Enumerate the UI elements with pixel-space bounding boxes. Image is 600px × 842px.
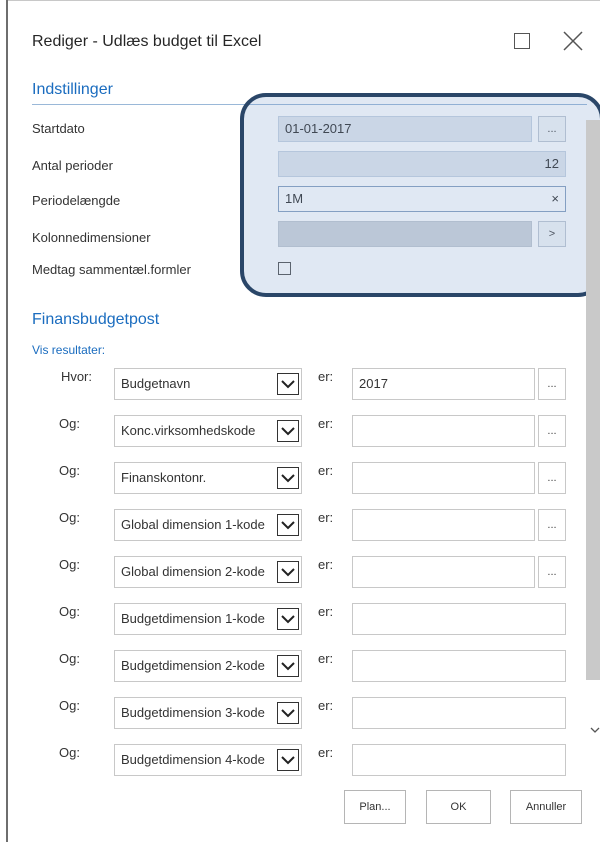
- filter-field-value: Budgetdimension 3-kode: [121, 705, 265, 720]
- er-label: er:: [318, 604, 334, 619]
- close-button[interactable]: [560, 28, 586, 54]
- filter-lookup-button[interactable]: ...: [538, 556, 566, 588]
- startdato-value: 01-01-2017: [285, 121, 352, 136]
- scroll-thumb[interactable]: [586, 120, 600, 680]
- chevron-down-icon[interactable]: [277, 373, 299, 395]
- er-label: er:: [318, 510, 334, 525]
- er-label: er:: [318, 651, 334, 666]
- filter-field-value: Konc.virksomhedskode: [121, 423, 256, 438]
- kolonnedimensioner-button[interactable]: >: [538, 221, 566, 247]
- filter-value-input[interactable]: [352, 462, 535, 494]
- startdato-lookup-button[interactable]: ...: [538, 116, 566, 142]
- periodelaengde-field[interactable]: 1M ×: [278, 186, 566, 212]
- window-left-edge: [6, 0, 8, 842]
- filter-lookup-button[interactable]: ...: [538, 462, 566, 494]
- vis-resultater-link[interactable]: Vis resultater:: [32, 343, 105, 357]
- filter-value-input[interactable]: [352, 415, 535, 447]
- startdato-field[interactable]: 01-01-2017: [278, 116, 532, 142]
- window-top-border: [8, 0, 600, 1]
- filter-field-select[interactable]: Konc.virksomhedskode: [114, 415, 302, 447]
- section-divider: [32, 104, 587, 105]
- filter-field-select[interactable]: Finanskontonr.: [114, 462, 302, 494]
- filter-value-input[interactable]: [352, 509, 535, 541]
- filter-field-select[interactable]: Budgetdimension 1-kode: [114, 603, 302, 635]
- antal-perioder-value: 12: [544, 156, 559, 171]
- filter-field-value: Budgetnavn: [121, 376, 191, 391]
- plan-button[interactable]: Plan...: [344, 790, 406, 824]
- filter-lookup-button[interactable]: ...: [538, 415, 566, 447]
- clear-icon[interactable]: ×: [551, 187, 559, 211]
- er-label: er:: [318, 557, 334, 572]
- filter-field-value: Global dimension 2-kode: [121, 564, 265, 579]
- filter-field-value: Budgetdimension 2-kode: [121, 658, 265, 673]
- filter-row-prefix: Hvor:: [60, 369, 92, 384]
- er-label: er:: [318, 416, 334, 431]
- chevron-down-icon[interactable]: [277, 561, 299, 583]
- ok-button[interactable]: OK: [426, 790, 491, 824]
- chevron-down-icon[interactable]: [277, 655, 299, 677]
- filter-row-prefix: Og:: [59, 698, 80, 713]
- section-heading-finansbudgetpost: Finansbudgetpost: [32, 311, 160, 328]
- filter-field-value: Global dimension 1-kode: [121, 517, 265, 532]
- filter-field-select[interactable]: Budgetdimension 3-kode: [114, 697, 302, 729]
- medtag-checkbox[interactable]: [278, 262, 291, 275]
- filter-field-value: Budgetdimension 4-kode: [121, 752, 265, 767]
- chevron-down-icon[interactable]: [277, 608, 299, 630]
- filter-field-select[interactable]: Global dimension 2-kode: [114, 556, 302, 588]
- filter-row-prefix: Og:: [59, 463, 80, 478]
- filter-lookup-button[interactable]: ...: [538, 368, 566, 400]
- periodelaengde-label: Periodelængde: [32, 193, 121, 208]
- filter-lookup-button[interactable]: ...: [538, 509, 566, 541]
- chevron-down-icon[interactable]: [277, 514, 299, 536]
- filter-field-select[interactable]: Budgetnavn: [114, 368, 302, 400]
- er-label: er:: [318, 463, 334, 478]
- cancel-button[interactable]: Annuller: [510, 790, 582, 824]
- filter-row-prefix: Og:: [59, 416, 80, 431]
- er-label: er:: [318, 698, 334, 713]
- filter-row-prefix: Og:: [59, 604, 80, 619]
- chevron-down-icon[interactable]: [277, 420, 299, 442]
- filter-value-input[interactable]: [352, 603, 566, 635]
- periodelaengde-value: 1M: [285, 191, 304, 206]
- scroll-down-icon[interactable]: [590, 726, 600, 734]
- filter-field-value: Budgetdimension 1-kode: [121, 611, 265, 626]
- filter-row-prefix: Og:: [59, 651, 80, 666]
- maximize-icon: [514, 33, 530, 49]
- filter-row-prefix: Og:: [59, 510, 80, 525]
- filter-value-input[interactable]: [352, 650, 566, 682]
- filter-value-input[interactable]: [352, 744, 566, 776]
- filter-value-input[interactable]: [352, 556, 535, 588]
- filter-row-prefix: Og:: [59, 745, 80, 760]
- filter-row-prefix: Og:: [59, 557, 80, 572]
- kolonnedimensioner-label: Kolonnedimensioner: [32, 230, 151, 245]
- chevron-down-icon[interactable]: [277, 467, 299, 489]
- er-label: er:: [318, 745, 334, 760]
- close-icon: [563, 31, 583, 51]
- filter-field-select[interactable]: Budgetdimension 4-kode: [114, 744, 302, 776]
- startdato-label: Startdato: [32, 121, 85, 136]
- maximize-button[interactable]: [510, 28, 536, 54]
- antal-perioder-field[interactable]: 12: [278, 151, 566, 177]
- filter-field-select[interactable]: Budgetdimension 2-kode: [114, 650, 302, 682]
- filter-field-select[interactable]: Global dimension 1-kode: [114, 509, 302, 541]
- filter-field-value: Finanskontonr.: [121, 470, 207, 485]
- chevron-down-icon[interactable]: [277, 702, 299, 724]
- scrollbar[interactable]: [586, 106, 600, 766]
- kolonnedimensioner-field[interactable]: [278, 221, 532, 247]
- dialog-title: Rediger - Udlæs budget til Excel: [32, 33, 262, 50]
- filter-value-input[interactable]: 2017: [352, 368, 535, 400]
- section-heading-indstillinger: Indstillinger: [32, 81, 113, 98]
- filter-value-input[interactable]: [352, 697, 566, 729]
- antal-perioder-label: Antal perioder: [32, 158, 113, 173]
- chevron-down-icon[interactable]: [277, 749, 299, 771]
- medtag-label: Medtag sammentæl.formler: [32, 262, 191, 277]
- er-label: er:: [318, 369, 334, 384]
